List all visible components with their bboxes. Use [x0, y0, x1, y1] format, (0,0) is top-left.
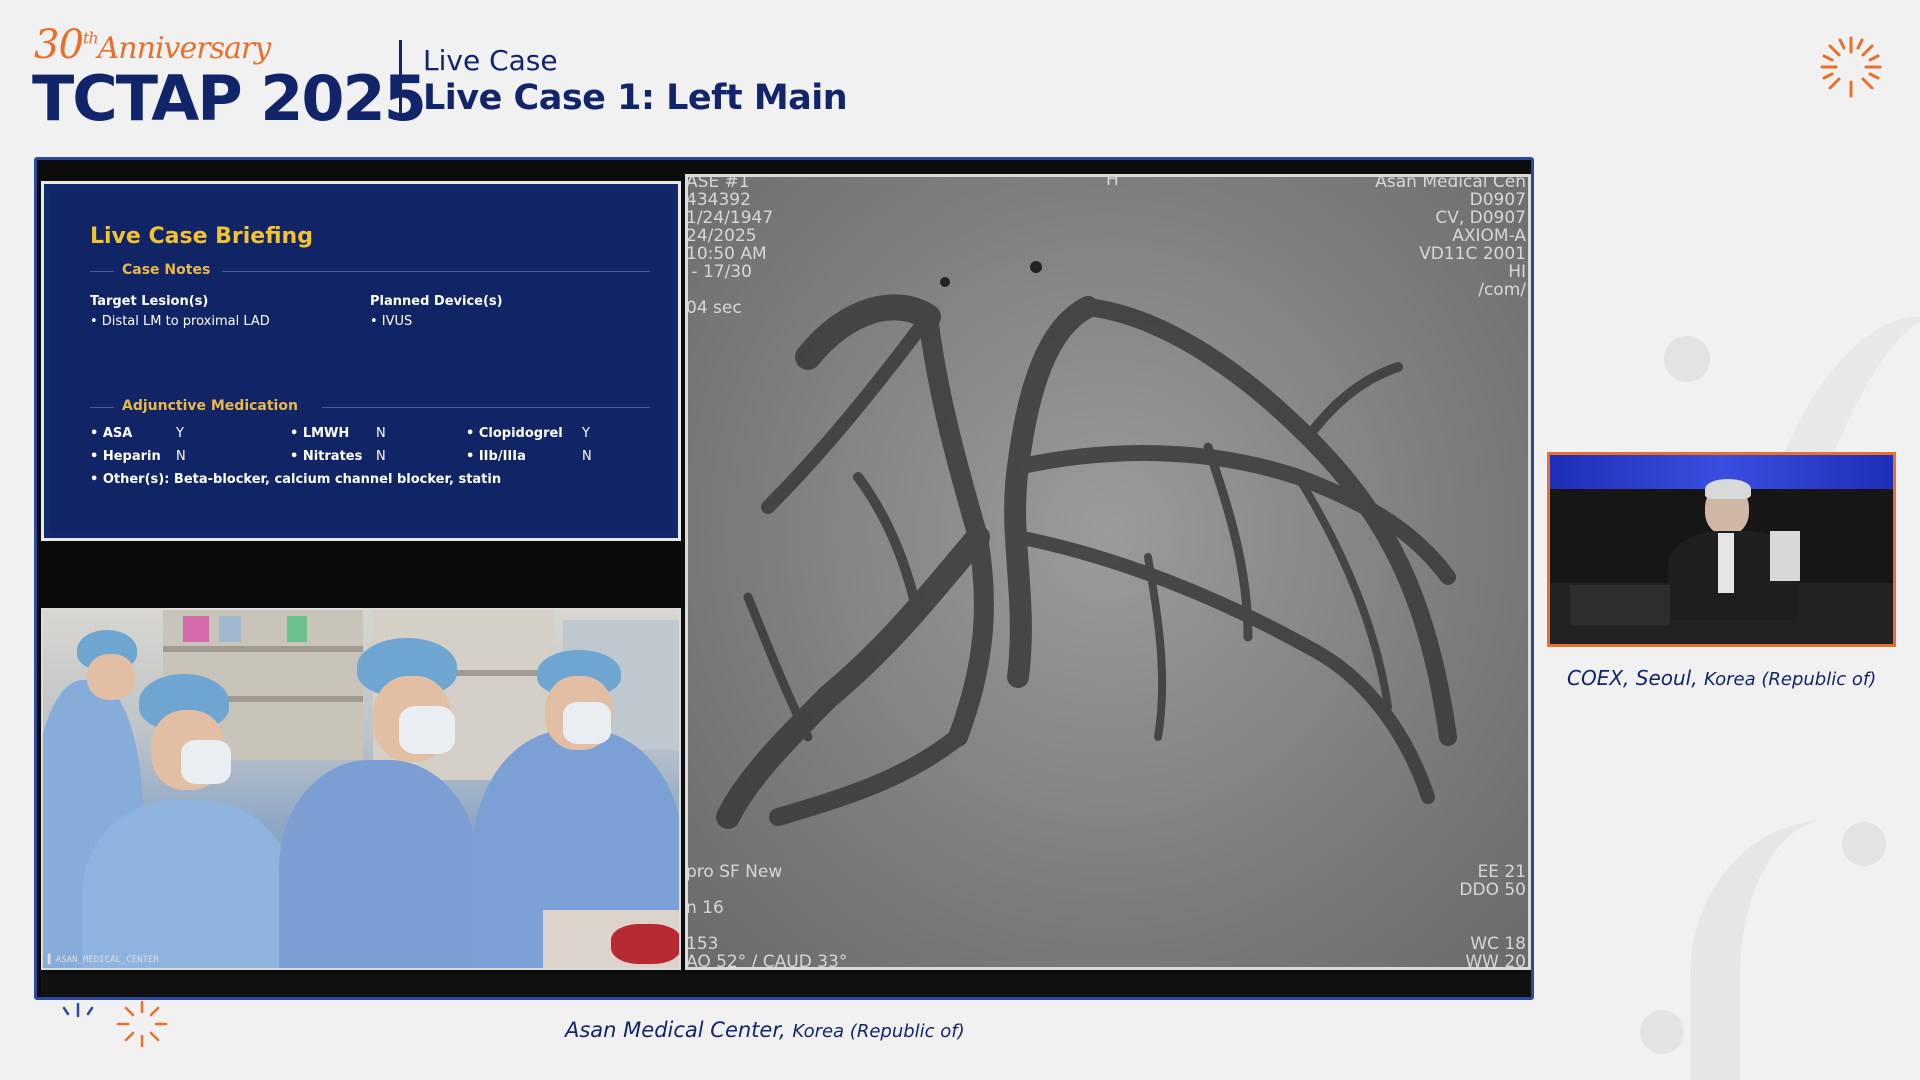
briefing-slide: Live Case Briefing Case Notes Target Les…: [41, 181, 681, 541]
med-value: Y: [582, 426, 590, 441]
background-dot: [1842, 822, 1886, 866]
med-value: N: [582, 449, 592, 464]
staff-gown: [83, 800, 293, 968]
surgical-mask: [563, 702, 611, 744]
adjunctive-label: Adjunctive Medication: [122, 398, 298, 414]
surgical-mask: [181, 740, 231, 784]
med-value: N: [376, 426, 386, 441]
staff-face: [87, 654, 135, 700]
case-notes-section: Case Notes: [90, 262, 650, 280]
section-rule: [222, 271, 650, 272]
med-name: • IIb/IIIa: [466, 449, 526, 464]
supply-box: [287, 616, 307, 642]
sparkle-icon: [1820, 36, 1882, 98]
staff-gown: [279, 760, 479, 968]
surgical-field: [611, 924, 679, 964]
presenter-shirt: [1718, 533, 1734, 593]
med-name: • LMWH: [290, 426, 350, 441]
background-dot: [1664, 336, 1710, 382]
anniversary-word: Anniversary: [97, 31, 272, 66]
section-rule: [322, 407, 650, 408]
side-location: COEX, Seoul,: [1567, 666, 1698, 690]
anniversary-suffix: th: [82, 28, 99, 48]
side-country: Korea (Republic of): [1703, 669, 1877, 690]
chair: [1770, 531, 1800, 581]
video-status-bar: [41, 974, 1531, 996]
session-title: Live Case 1: Left Main: [423, 78, 848, 118]
section-rule: [90, 271, 114, 272]
surgical-mask: [399, 706, 455, 754]
background-dot: [1640, 1010, 1684, 1054]
desk-monitor: [1570, 585, 1670, 625]
angio-info-top-right: Asan Medical Cen D0907 CV, D0907 AXIOM-A…: [1375, 174, 1526, 300]
med-value: N: [376, 449, 386, 464]
med-name: • ASA: [90, 426, 133, 441]
camera-label: ▐ ASAN_MEDICAL_CENTER: [45, 955, 159, 965]
tctap-logo: 30thAnniversary TCTAP 2025: [32, 22, 427, 135]
cathlab-camera-view: ▐ ASAN_MEDICAL_CENTER: [41, 608, 681, 970]
main-location: Asan Medical Center,: [565, 1018, 786, 1042]
angiogram-view: ASE #1 434392 1/24/1947 24/2025 10:50 AM…: [685, 174, 1531, 970]
section-rule: [90, 407, 114, 408]
slide-body: Live Case Briefing Case Notes Target Les…: [50, 190, 672, 532]
target-lesion-value: • Distal LM to proximal LAD: [90, 314, 270, 329]
side-video-feed[interactable]: [1547, 452, 1896, 647]
main-video-feed[interactable]: Live Case Briefing Case Notes Target Les…: [34, 157, 1534, 1000]
med-name: • Clopidogrel: [466, 426, 563, 441]
header-divider: [399, 40, 402, 118]
case-notes-label: Case Notes: [122, 262, 211, 278]
other-meds: • Other(s): Beta-blocker, calcium channe…: [90, 472, 502, 487]
planned-device-value: • IVUS: [370, 314, 413, 329]
presenter-hair: [1705, 479, 1751, 499]
angio-info-bottom-left: pro SF New n 16 153 AO 52° / CAUD 33°: [686, 862, 848, 970]
target-lesion-heading: Target Lesion(s): [90, 294, 209, 309]
main-video-caption: Asan Medical Center, Korea (Republic of): [565, 1018, 965, 1042]
supply-box: [183, 616, 209, 642]
catheter-tip: [940, 277, 950, 287]
med-name: • Nitrates: [290, 449, 363, 464]
angio-info-top-left: ASE #1 434392 1/24/1947 24/2025 10:50 AM…: [686, 174, 774, 318]
planned-device-heading: Planned Device(s): [370, 294, 503, 309]
slide-spacer: [41, 541, 681, 608]
supply-box: [219, 616, 241, 642]
shelf: [163, 646, 363, 652]
angio-info-bottom-right: EE 21 DDO 50 WC 18 WW 20: [1459, 862, 1526, 970]
brand-name: TCTAP 2025: [32, 62, 427, 135]
slide-title: Live Case Briefing: [90, 224, 313, 249]
section-label: Live Case: [423, 44, 558, 77]
adjunctive-section: Adjunctive Medication: [90, 398, 650, 416]
background-arc: [1690, 820, 1920, 1080]
med-value: N: [176, 449, 186, 464]
catheter-tip: [1030, 261, 1042, 273]
sparkle-icon: [62, 1002, 94, 1018]
orientation-marker: H: [1106, 174, 1119, 190]
main-country: Korea (Republic of): [792, 1021, 965, 1042]
med-name: • Heparin: [90, 449, 161, 464]
med-value: Y: [176, 426, 184, 441]
sparkle-icon: [116, 1000, 168, 1048]
side-video-caption: COEX, Seoul, Korea (Republic of): [1567, 666, 1876, 690]
